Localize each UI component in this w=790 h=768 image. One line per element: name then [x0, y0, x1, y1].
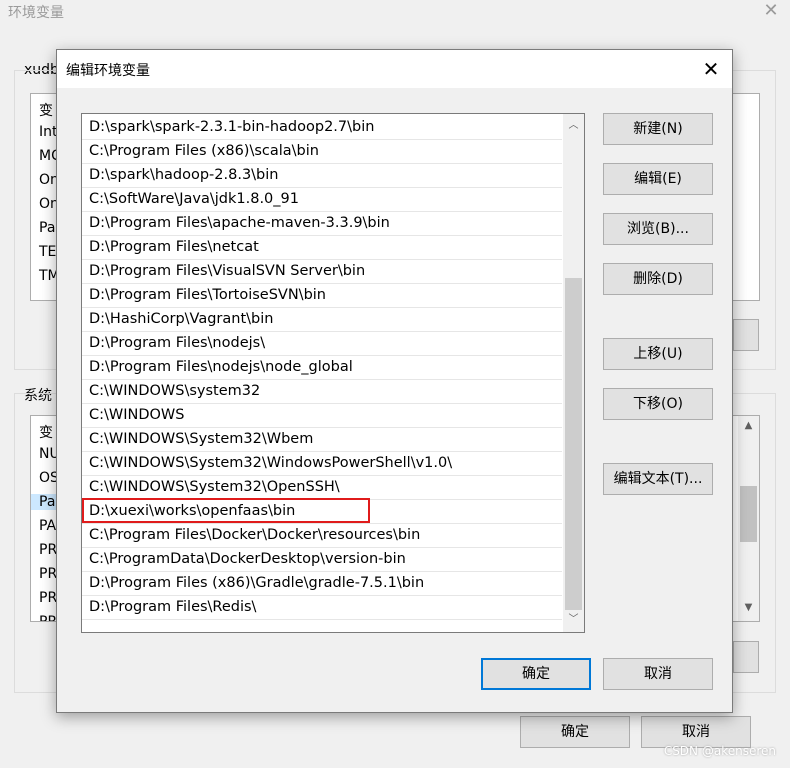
path-item[interactable]: D:\Program Files\VisualSVN Server\bin — [82, 260, 562, 284]
path-item[interactable]: D:\Program Files\netcat — [82, 236, 562, 260]
edit-button[interactable]: 编辑(E) — [603, 163, 713, 195]
list-item[interactable]: PR — [39, 542, 57, 558]
list-item[interactable]: PR — [39, 566, 57, 582]
scroll-down-arrow-icon[interactable]: ▼ — [738, 602, 759, 613]
list-item[interactable]: PA — [39, 518, 56, 534]
close-icon[interactable]: ✕ — [699, 58, 723, 82]
env-ok-button[interactable]: 确定 — [520, 716, 630, 748]
scroll-thumb[interactable] — [740, 486, 757, 542]
list-item[interactable]: Pa — [39, 220, 55, 236]
scroll-down-arrow-icon[interactable]: ﹀ — [563, 610, 584, 630]
env-vars-window-title: 环境变量 — [8, 5, 64, 21]
path-item[interactable]: D:\spark\spark-2.3.1-bin-hadoop2.7\bin — [82, 116, 562, 140]
path-item[interactable]: C:\WINDOWS\system32 — [82, 380, 562, 404]
list-item[interactable]: PR — [39, 614, 57, 621]
list-item[interactable]: PR — [39, 590, 57, 606]
path-item[interactable]: D:\Program Files\Redis\ — [82, 596, 562, 620]
path-item[interactable]: C:\ProgramData\DockerDesktop\version-bin — [82, 548, 562, 572]
delete-button[interactable]: 删除(D) — [603, 263, 713, 295]
path-list[interactable]: D:\spark\spark-2.3.1-bin-hadoop2.7\bin C:… — [81, 113, 585, 633]
system-vars-button-partial[interactable] — [733, 641, 759, 673]
dialog-cancel-button[interactable]: 取消 — [603, 658, 713, 690]
scroll-up-arrow-icon[interactable]: ︿ — [563, 116, 584, 136]
path-item[interactable]: C:\SoftWare\Java\jdk1.8.0_91 — [82, 188, 562, 212]
path-item[interactable]: C:\WINDOWS\System32\OpenSSH\ — [82, 476, 562, 500]
path-item[interactable]: D:\spark\hadoop-2.8.3\bin — [82, 164, 562, 188]
list-item[interactable]: TE — [39, 244, 56, 260]
user-vars-button-partial[interactable] — [733, 319, 759, 351]
path-item[interactable]: D:\Program Files\TortoiseSVN\bin — [82, 284, 562, 308]
dialog-titlebar: 编辑环境变量 ✕ — [57, 50, 732, 88]
highlight-box — [82, 498, 370, 523]
path-item[interactable]: C:\WINDOWS\System32\WindowsPowerShell\v1… — [82, 452, 562, 476]
path-item[interactable]: D:\Program Files\nodejs\ — [82, 332, 562, 356]
path-item[interactable]: C:\Program Files (x86)\scala\bin — [82, 140, 562, 164]
close-icon[interactable]: ✕ — [760, 0, 782, 22]
move-down-button[interactable]: 下移(O) — [603, 388, 713, 420]
system-vars-scrollbar[interactable]: ▲ ▼ — [738, 416, 759, 621]
path-item[interactable]: C:\WINDOWS — [82, 404, 562, 428]
browse-button[interactable]: 浏览(B)... — [603, 213, 713, 245]
scroll-up-arrow-icon[interactable]: ▲ — [738, 420, 759, 431]
path-list-scrollbar[interactable]: ︿ ﹀ — [563, 114, 584, 632]
edit-text-button[interactable]: 编辑文本(T)... — [603, 463, 713, 495]
new-button[interactable]: 新建(N) — [603, 113, 713, 145]
path-item[interactable]: C:\Program Files\Docker\Docker\resources… — [82, 524, 562, 548]
path-item[interactable]: C:\WINDOWS\System32\Wbem — [82, 428, 562, 452]
dialog-ok-button[interactable]: 确定 — [481, 658, 591, 690]
dialog-title: 编辑环境变量 — [66, 63, 150, 79]
path-item[interactable]: D:\Program Files\apache-maven-3.3.9\bin — [82, 212, 562, 236]
path-item[interactable]: D:\Program Files\nodejs\node_global — [82, 356, 562, 380]
list-item[interactable]: Int — [39, 124, 58, 140]
watermark: CSDN @akenseren — [663, 744, 776, 758]
move-up-button[interactable]: 上移(U) — [603, 338, 713, 370]
path-item[interactable]: D:\HashiCorp\Vagrant\bin — [82, 308, 562, 332]
list-item[interactable]: 变 — [39, 100, 53, 120]
list-item[interactable]: 变 — [39, 422, 53, 442]
edit-env-var-dialog: 编辑环境变量 ✕ D:\spark\spark-2.3.1-bin-hadoop… — [56, 49, 733, 713]
scroll-thumb[interactable] — [565, 278, 582, 610]
path-item[interactable]: D:\Program Files (x86)\Gradle\gradle-7.5… — [82, 572, 562, 596]
